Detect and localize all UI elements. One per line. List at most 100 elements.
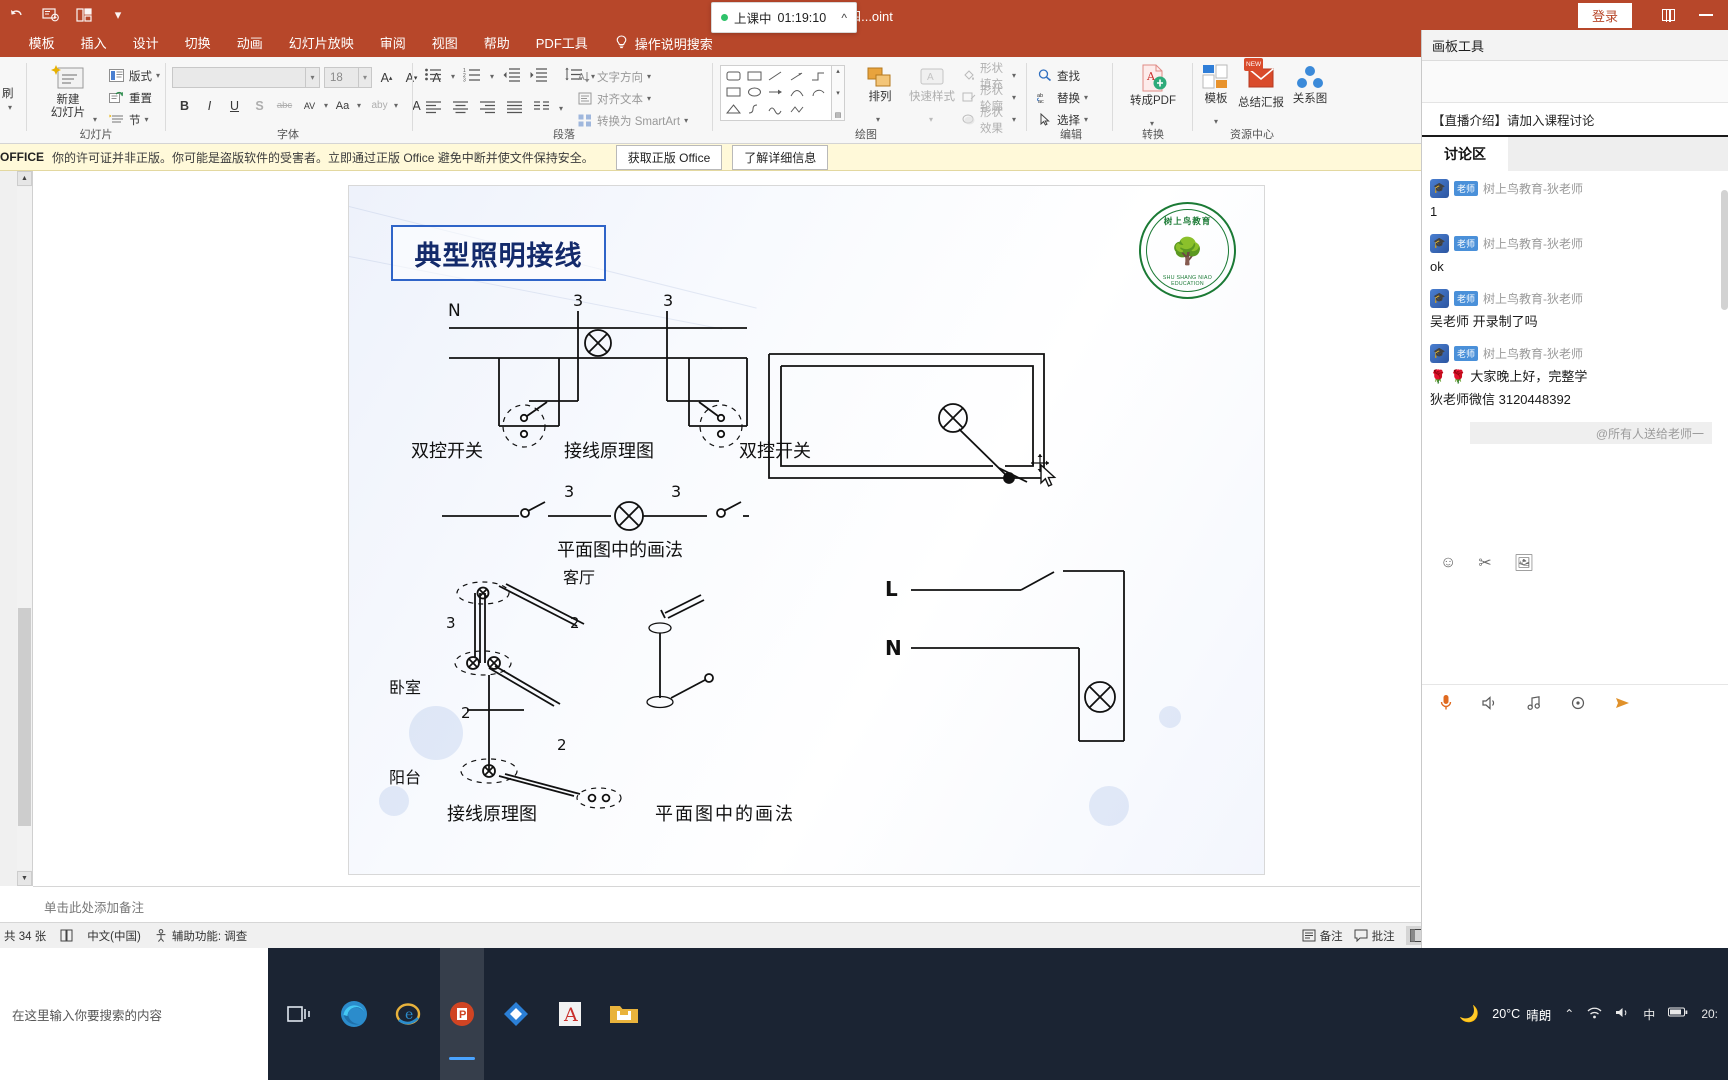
chevron-down-icon[interactable]: ▾ [451,72,455,81]
chat-message-list[interactable]: 🎓 老师 树上鸟教育-狄老师 1 🎓 老师 树上鸟教育-狄老师 ok 🎓 老师 [1422,171,1728,601]
quick-styles-button[interactable]: A 快速样式 [906,65,958,104]
chevron-down-icon[interactable]: ▾ [1012,71,1016,80]
chevron-down-icon[interactable]: ▾ [490,72,494,81]
columns-icon[interactable] [532,99,551,118]
chevron-down-icon[interactable]: ▾ [1084,93,1088,102]
chevron-down-icon[interactable]: ▾ [559,104,563,113]
align-center-icon[interactable] [451,99,470,118]
board-tool-strip[interactable] [1422,61,1728,103]
shape-freeform-icon[interactable] [765,101,786,118]
menu-item-6[interactable]: 审阅 [367,30,419,57]
arrange-button[interactable]: 排列 [858,65,902,104]
shape-line-diag-icon[interactable] [765,68,786,85]
layout-button[interactable]: 版式 ▾ [108,65,160,86]
shape-connector-icon[interactable] [808,68,829,85]
chevron-down-icon[interactable]: ▾ [305,68,319,87]
login-button[interactable]: 登录 [1577,2,1632,28]
music-icon[interactable] [1524,693,1544,713]
ribbon-display-options-icon[interactable] [1650,0,1686,30]
new-slide-button[interactable]: 新建 幻灯片 [40,63,96,120]
clock[interactable]: 20: [1701,1007,1718,1021]
network-icon[interactable] [1587,1006,1602,1022]
shape-arrow-right-icon[interactable] [765,85,786,102]
scroll-up-icon[interactable]: ▴ [836,67,840,75]
character-spacing-button[interactable]: AV [299,95,320,116]
replace-button[interactable]: ab ac 替换 ▾ [1036,87,1088,108]
chevron-down-icon[interactable]: ▾ [145,115,149,124]
numbering-icon[interactable]: 123 [463,67,482,86]
chevron-down-icon[interactable]: ▾ [1084,115,1088,124]
powerpoint-button[interactable]: P [440,948,484,1080]
align-text-button[interactable]: 对齐文本 ▾ [576,88,651,109]
menu-item-5[interactable]: 幻灯片放映 [276,30,367,57]
ime-indicator[interactable]: 中 [1643,1006,1655,1023]
customize-layout-icon[interactable] [74,5,94,25]
notes-pane[interactable]: 单击此处添加备注 [33,886,1420,922]
menu-item-1[interactable]: 插入 [68,30,120,57]
thumb-scroll-handle[interactable] [18,608,31,826]
shape-polyline-icon[interactable] [787,101,808,118]
menu-item-file[interactable] [2,30,16,57]
scissors-icon[interactable]: ✂ [1478,553,1491,573]
task-view-button[interactable] [278,948,322,1080]
battery-icon[interactable] [1668,1007,1688,1021]
shape-arc-icon[interactable] [808,85,829,102]
shapes-gallery[interactable] [720,65,832,121]
italic-button[interactable]: I [199,95,220,116]
align-right-icon[interactable] [478,99,497,118]
menu-item-3[interactable]: 切换 [172,30,224,57]
format-painter-label[interactable]: 刷 [2,85,14,101]
minimize-button[interactable] [1688,0,1724,30]
emoji-icon[interactable]: ☺ [1440,554,1456,572]
find-button[interactable]: 查找 [1036,65,1080,86]
chevron-down-icon[interactable]: ▾ [156,71,160,80]
image-icon[interactable]: 🖼 [1514,553,1534,573]
chevron-down-icon[interactable]: ▾ [1214,117,1218,126]
language-label[interactable]: 中文(中国) [87,928,141,944]
comments-button[interactable]: 批注 [1354,928,1395,944]
shape-rect-icon[interactable] [744,68,765,85]
menu-item-7[interactable]: 视图 [419,30,471,57]
chevron-down-icon[interactable]: ▾ [324,101,328,110]
menu-item-0[interactable]: 模板 [16,30,68,57]
strikethrough-button[interactable]: abc [274,95,295,116]
change-case-button[interactable]: Aa [332,95,353,116]
acrobat-button[interactable]: A [548,948,592,1080]
chevron-down-icon[interactable]: ▾ [647,72,651,81]
learn-more-button[interactable]: 了解详细信息 [732,144,829,170]
menu-item-8[interactable]: 帮助 [471,30,523,57]
notes-button[interactable]: 备注 [1302,928,1343,944]
tab-secondary[interactable] [1508,137,1728,171]
shape-curve-icon[interactable] [787,85,808,102]
template-button[interactable]: 模板 [1196,63,1236,106]
shape-arrow-icon[interactable] [787,68,808,85]
chevron-down-icon[interactable]: ▾ [357,101,361,110]
chat-input-area[interactable] [1422,720,1728,948]
underline-button[interactable]: U [224,95,245,116]
bold-button[interactable]: B [174,95,195,116]
chevron-down-icon[interactable]: ▾ [684,116,688,125]
thumb-scroll-up-button[interactable]: ▲ [17,171,32,186]
speaker-icon[interactable] [1480,693,1500,713]
shape-ellipse-icon[interactable] [744,85,765,102]
weather-indicator[interactable]: 20°C 晴朗 [1492,1005,1551,1024]
chevron-down-icon[interactable]: ▾ [1012,93,1016,102]
menu-item-2[interactable]: 设计 [120,30,172,57]
text-direction-button[interactable]: A 文字方向 ▾ [576,66,652,87]
spellcheck-icon[interactable] [59,929,74,942]
chevron-up-icon[interactable]: ⌃ [1564,1007,1574,1021]
reset-button[interactable]: 重置 [108,87,152,108]
chevron-down-icon[interactable]: ▾ [394,101,398,110]
menu-item-9[interactable]: PDF工具 [523,30,601,57]
tell-me-search[interactable]: 操作说明搜索 [601,34,713,53]
increase-font-size-button[interactable]: A ▴ [376,67,397,88]
text-shadow-button[interactable]: S [249,95,270,116]
classin-button[interactable] [494,948,538,1080]
current-slide[interactable]: 典型照明接线 树上鸟教育 🌳 SHU SHANG NIAO EDUCATION [348,185,1265,875]
scroll-down-icon[interactable]: ▾ [836,89,840,97]
shape-rect2-icon[interactable] [723,85,744,102]
diagram-button[interactable]: 关系图 [1288,63,1332,106]
shape-rect-rounded-icon[interactable] [723,68,744,85]
shape-curly-icon[interactable] [744,101,765,118]
file-explorer-button[interactable] [602,948,646,1080]
